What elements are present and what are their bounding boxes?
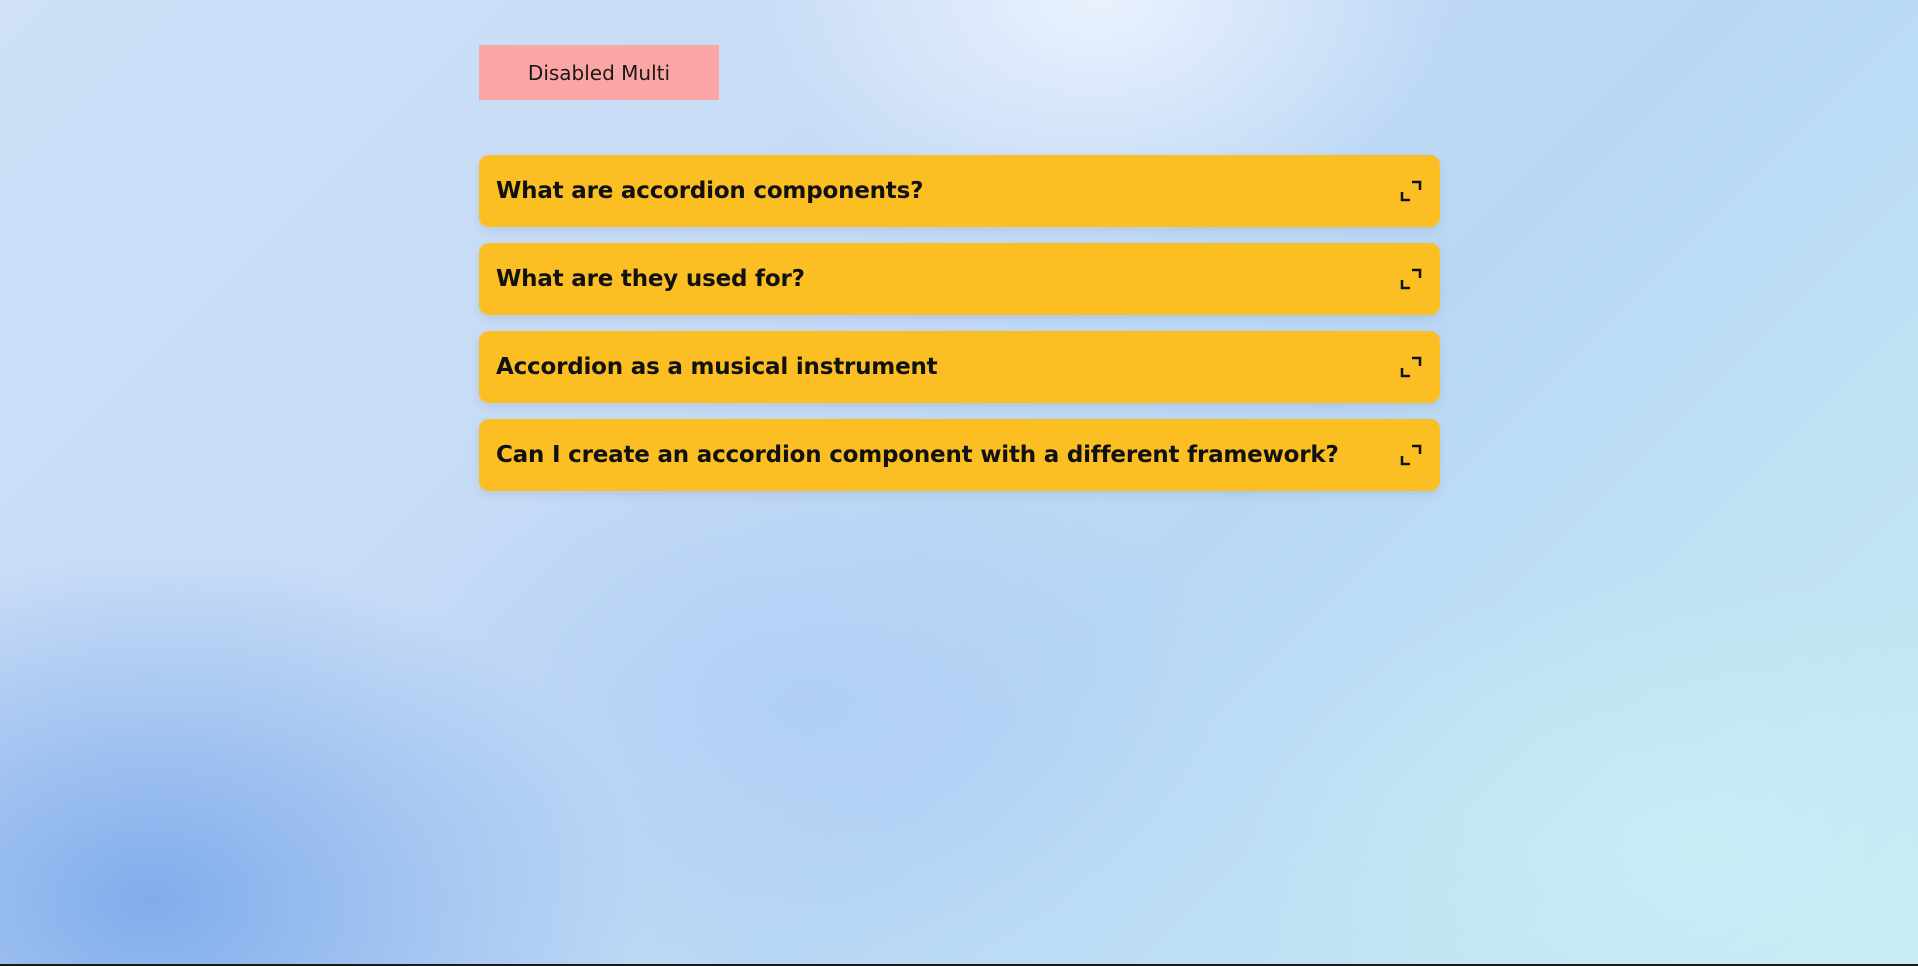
accordion-title: Accordion as a musical instrument [496,354,938,380]
accordion-item-2[interactable]: What are they used for? [479,243,1440,315]
accordion-item-3[interactable]: Accordion as a musical instrument [479,331,1440,403]
accordion: What are accordion components? What are … [479,155,1440,507]
accordion-title: What are accordion components? [496,178,924,204]
disabled-multi-button[interactable]: Disabled Multi [479,45,719,100]
expand-icon[interactable] [1400,444,1422,466]
expand-icon[interactable] [1400,180,1422,202]
accordion-item-1[interactable]: What are accordion components? [479,155,1440,227]
accordion-title: What are they used for? [496,266,805,292]
accordion-title: Can I create an accordion component with… [496,442,1339,468]
accordion-item-4[interactable]: Can I create an accordion component with… [479,419,1440,491]
expand-icon[interactable] [1400,268,1422,290]
expand-icon[interactable] [1400,356,1422,378]
